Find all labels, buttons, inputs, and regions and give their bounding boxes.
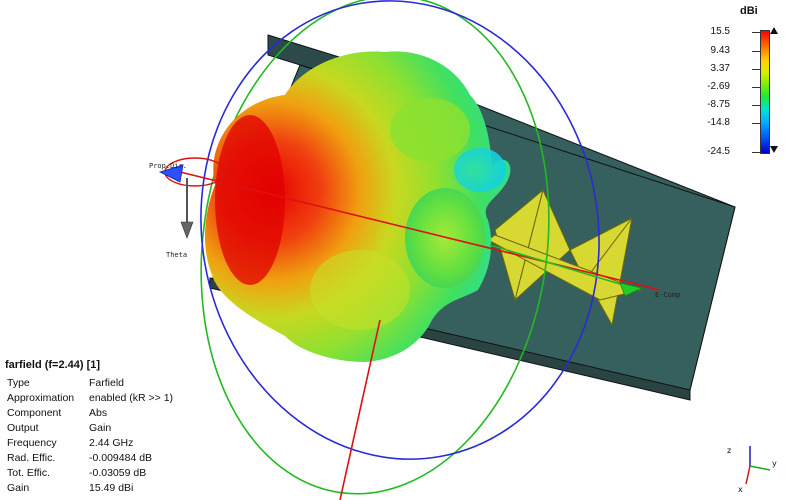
mini-axis-y-label: y [772,459,777,468]
info-value: Farfield [89,377,125,389]
info-key: Frequency [7,437,57,449]
3d-viewport[interactable]: Prop.Dir. Theta E-Comp dBi 15.5 9.43 3.3… [0,0,800,500]
legend-tick-mark [752,69,760,70]
prop-dir-label: Prop.Dir. [149,162,187,170]
legend-tick-mark [752,105,760,106]
info-key: Gain [7,482,30,494]
mini-axis-x-label: x [738,485,743,494]
legend-tick-mark [752,32,760,33]
info-value: Abs [89,407,108,419]
mini-axis-z-label: z [727,446,731,455]
legend-tick: -8.75 [707,99,730,110]
info-value: 2.44 GHz [89,437,134,449]
e-comp-label: E-Comp [655,291,680,299]
legend-arrow-down-icon [770,146,778,153]
info-value: -0.03059 dB [89,467,147,479]
info-key: Output [7,422,39,434]
legend-unit-title: dBi [740,5,758,17]
theta-label: Theta [166,251,187,259]
orientation-axes-icon: z y x [727,446,777,494]
legend-color-bar [760,30,770,154]
legend-tick: 15.5 [710,26,730,37]
color-scale-legend: dBi 15.5 9.43 3.37 -2.69 -8.75 -14.8 -24… [680,0,800,168]
info-key: Tot. Effic. [7,467,50,479]
legend-tick-mark [752,51,760,52]
legend-tick: 3.37 [710,63,730,74]
legend-tick: -24.5 [707,146,730,157]
legend-tick-mark [752,123,760,124]
legend-tick: -14.8 [707,117,730,128]
farfield-title: farfield (f=2.44) [1] [5,359,101,371]
legend-arrow-up-icon [770,27,778,34]
farfield-info-panel: farfield (f=2.44) [1] Type Farfield Appr… [0,355,190,500]
theta-arrow-icon [180,221,194,239]
legend-tick: -2.69 [707,81,730,92]
info-value: -0.009484 dB [89,452,153,464]
info-key: Rad. Effic. [7,452,56,464]
info-key: Type [7,377,30,389]
info-key: Component [7,407,62,419]
legend-tick: 9.43 [710,45,730,56]
legend-tick-mark [752,87,760,88]
info-value: Gain [89,422,112,434]
info-value: 15.49 dBi [89,482,134,494]
info-key: Approximation [7,392,75,404]
legend-tick-mark [752,152,760,153]
info-value: enabled (kR >> 1) [89,392,174,404]
